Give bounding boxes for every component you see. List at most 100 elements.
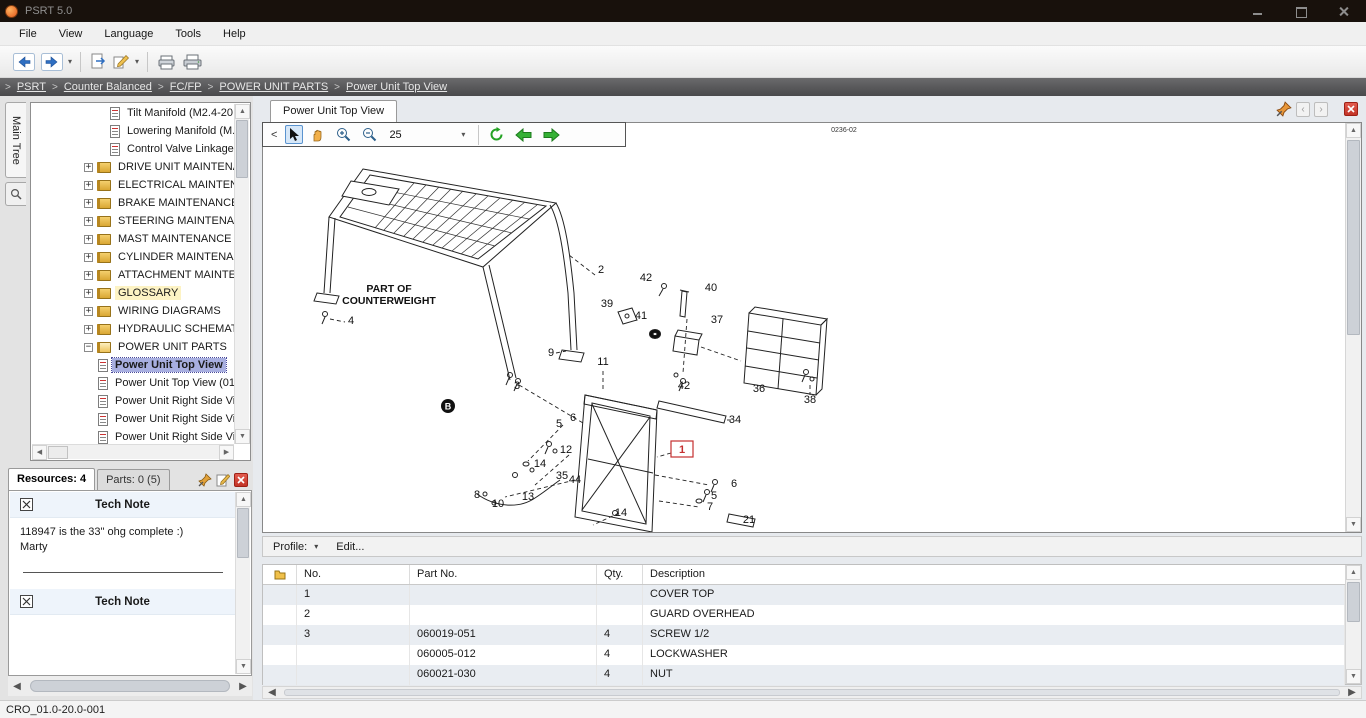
tech-note-card[interactable]: Tech Note xyxy=(10,589,235,615)
viewer-vertical-scrollbar[interactable]: ▲ ▼ xyxy=(1345,123,1361,532)
table-row[interactable]: 060021-0304NUT xyxy=(263,665,1345,685)
maximize-button[interactable] xyxy=(1296,6,1307,17)
scroll-thumb[interactable] xyxy=(236,120,248,178)
next-tab-button[interactable]: › xyxy=(1314,102,1328,117)
scroll-down-arrow[interactable]: ▼ xyxy=(235,429,250,444)
table-row[interactable]: 3060019-0514SCREW 1/2 xyxy=(263,625,1345,645)
main-tree-tab[interactable]: Main Tree xyxy=(5,102,26,178)
tree-expand-toggle[interactable]: + xyxy=(84,307,93,316)
zoom-level-combobox[interactable]: 25 ▾ xyxy=(385,126,471,144)
table-horizontal-scrollbar[interactable]: ◀ ▶ xyxy=(262,686,1362,699)
part-callout[interactable]: 5 xyxy=(556,418,562,430)
scroll-down-arrow[interactable]: ▼ xyxy=(1346,517,1361,532)
tree-expand-toggle[interactable]: + xyxy=(84,163,93,172)
tree-item[interactable]: +ATTACHMENT MAINTEN... xyxy=(32,266,234,284)
tree-search-tab[interactable] xyxy=(5,182,26,206)
zoom-dropdown-caret[interactable]: ▾ xyxy=(461,130,465,139)
notes-dropdown-caret[interactable]: ▾ xyxy=(135,57,139,66)
column-header[interactable]: Part No. xyxy=(410,565,597,584)
column-header[interactable]: Qty. xyxy=(597,565,643,584)
tree-horizontal-scrollbar[interactable]: ◀ ▶ xyxy=(32,444,234,459)
part-callout[interactable]: 40 xyxy=(705,282,717,294)
pin-icon[interactable] xyxy=(198,473,212,487)
close-button[interactable] xyxy=(1339,6,1350,17)
zoom-in-button[interactable] xyxy=(333,125,354,144)
splitter-grip[interactable] xyxy=(48,446,68,459)
part-callout[interactable]: 4 xyxy=(348,315,354,327)
part-callout[interactable]: 38 xyxy=(804,394,816,406)
scroll-thumb[interactable] xyxy=(1347,140,1360,335)
document-close-button[interactable] xyxy=(1344,102,1358,116)
note-checkbox-icon[interactable] xyxy=(20,498,33,511)
toolbar-collapse-button[interactable]: < xyxy=(268,129,280,141)
tree-item[interactable]: Power Unit Right Side Vie... xyxy=(32,410,234,428)
tree-item[interactable]: −POWER UNIT PARTS xyxy=(32,338,234,356)
part-callout[interactable]: 21 xyxy=(743,514,755,526)
tree-expand-toggle[interactable]: + xyxy=(84,217,93,226)
tree-item[interactable]: Power Unit Right Side Vie... xyxy=(32,428,234,444)
part-callout[interactable]: 39 xyxy=(601,298,613,310)
column-header[interactable]: No. xyxy=(297,565,410,584)
part-callout[interactable]: B xyxy=(445,402,452,412)
part-callout[interactable]: 12 xyxy=(560,444,572,456)
table-row[interactable]: 060005-0124LOCKWASHER xyxy=(263,645,1345,665)
tree-item[interactable]: +ELECTRICAL MAINTENA... xyxy=(32,176,234,194)
tree-vertical-scrollbar[interactable]: ▲ ▼ xyxy=(234,104,249,444)
part-callout[interactable]: 34 xyxy=(729,414,741,426)
scroll-left-arrow[interactable]: ◀ xyxy=(32,445,47,460)
table-vertical-scrollbar[interactable]: ▲ ▼ xyxy=(1345,565,1361,684)
part-callout[interactable]: 35 xyxy=(556,470,568,482)
document-tab[interactable]: Power Unit Top View xyxy=(270,100,397,123)
breadcrumb-link[interactable]: FC/FP xyxy=(170,81,202,93)
part-callout[interactable]: 9 xyxy=(548,347,554,359)
menu-item-language[interactable]: Language xyxy=(93,24,164,44)
menu-item-help[interactable]: Help xyxy=(212,24,257,44)
tree-expand-toggle[interactable]: − xyxy=(84,343,93,352)
scroll-down-arrow[interactable]: ▼ xyxy=(1346,669,1361,684)
tree-expand-toggle[interactable]: + xyxy=(84,325,93,334)
menu-item-view[interactable]: View xyxy=(48,24,94,44)
pin-icon[interactable] xyxy=(1276,101,1292,117)
tree-item[interactable]: Power Unit Top View xyxy=(32,356,234,374)
scroll-up-arrow[interactable]: ▲ xyxy=(1346,123,1361,138)
tree-item[interactable]: Control Valve Linkage xyxy=(32,140,234,158)
part-callout[interactable]: 6 xyxy=(570,412,576,424)
part-callout[interactable]: 8 xyxy=(474,489,480,501)
part-callout[interactable]: 42 xyxy=(640,272,652,284)
previous-image-button[interactable] xyxy=(512,125,535,144)
tree-expand-toggle[interactable]: + xyxy=(84,253,93,262)
tree-expand-toggle[interactable]: + xyxy=(84,199,93,208)
note-checkbox-icon[interactable] xyxy=(20,595,33,608)
tree-expand-toggle[interactable]: + xyxy=(84,271,93,280)
table-row[interactable]: 2GUARD OVERHEAD xyxy=(263,605,1345,625)
part-callout[interactable]: 41 xyxy=(635,310,647,322)
print-preview-button[interactable] xyxy=(154,49,179,75)
forward-button[interactable] xyxy=(38,49,66,75)
breadcrumb-link[interactable]: Power Unit Top View xyxy=(346,81,447,93)
history-dropdown-caret[interactable]: ▾ xyxy=(68,57,72,66)
tree-item[interactable]: +MAST MAINTENANCE xyxy=(32,230,234,248)
tree-item[interactable]: +WIRING DIAGRAMS xyxy=(32,302,234,320)
resources-tab[interactable]: Parts: 0 (5) xyxy=(97,469,169,490)
breadcrumb-link[interactable]: Counter Balanced xyxy=(64,81,152,93)
breadcrumb-link[interactable]: POWER UNIT PARTS xyxy=(219,81,328,93)
part-callout[interactable]: 42 xyxy=(678,380,690,392)
diagram-canvas[interactable]: PART OF COUNTERWEIGHT 0236-02 2442403941… xyxy=(263,123,1345,532)
tree-item[interactable]: Power Unit Right Side Vie... xyxy=(32,392,234,410)
export-button[interactable] xyxy=(87,49,110,75)
scroll-down-arrow[interactable]: ▼ xyxy=(236,659,251,674)
scroll-thumb[interactable] xyxy=(237,508,249,558)
refresh-button[interactable] xyxy=(486,125,507,144)
back-button[interactable] xyxy=(10,49,38,75)
tree-expand-toggle[interactable]: + xyxy=(84,289,93,298)
resources-close-button[interactable] xyxy=(234,473,248,487)
breadcrumb-link[interactable]: PSRT xyxy=(17,81,46,93)
menu-item-tools[interactable]: Tools xyxy=(164,24,212,44)
part-callout[interactable]: 13 xyxy=(522,491,534,503)
scroll-left-arrow[interactable]: ◀ xyxy=(263,687,281,698)
part-callout[interactable]: 3 xyxy=(514,380,520,392)
part-callout[interactable]: 6 xyxy=(731,478,737,490)
profile-edit-button[interactable]: Edit... xyxy=(336,541,364,553)
part-callout[interactable]: 36 xyxy=(753,383,765,395)
part-callout[interactable]: 37 xyxy=(711,314,723,326)
